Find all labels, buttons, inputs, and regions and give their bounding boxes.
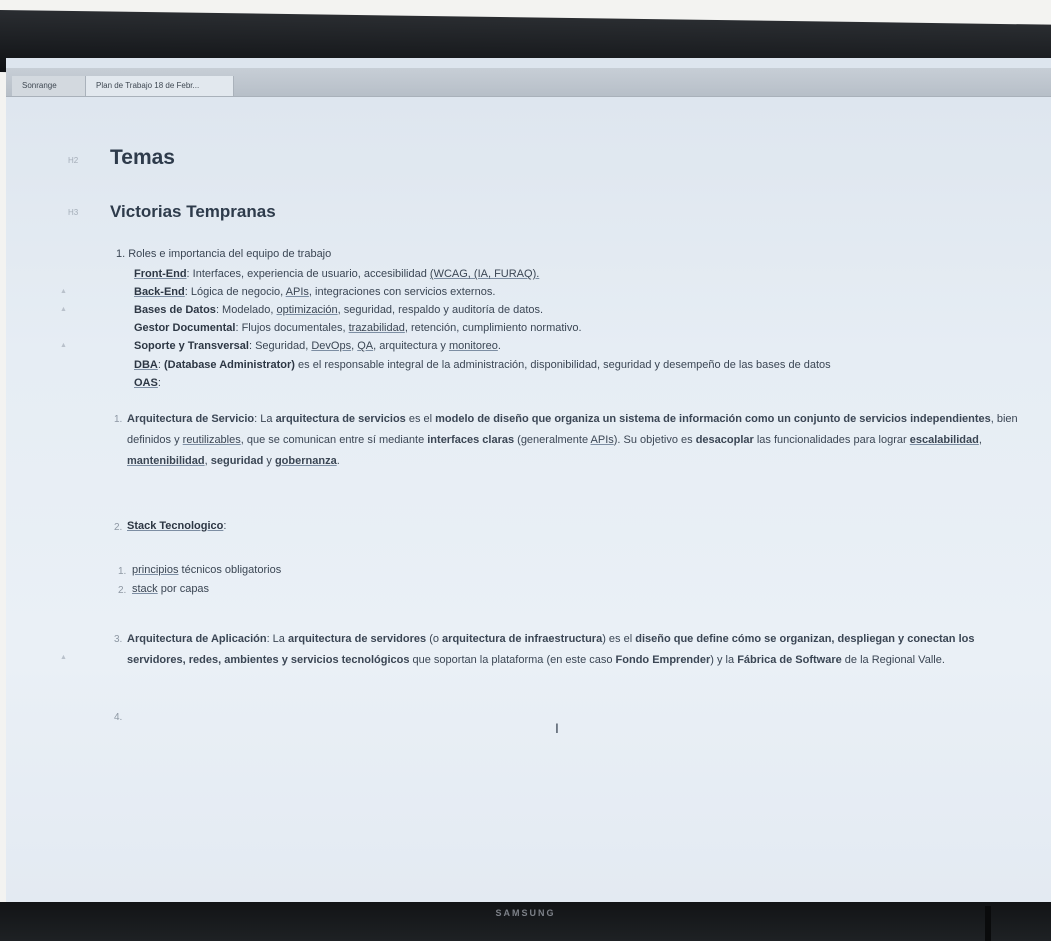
link-trazabilidad[interactable]: trazabilidad bbox=[349, 322, 405, 334]
tab-bar: Sonrange Plan de Trabajo 18 de Febr... bbox=[6, 68, 1051, 97]
monitor-bezel-bottom: SAMSUNG bbox=[0, 902, 1051, 941]
list-number-empty[interactable]: 4. bbox=[114, 712, 122, 723]
paragraph-arquitectura-servicio[interactable]: Arquitectura de Servicio: La arquitectur… bbox=[127, 409, 1032, 472]
text-cursor: I bbox=[555, 720, 559, 736]
link-apis-2[interactable]: APIs bbox=[591, 434, 614, 446]
link-monitoreo[interactable]: monitoreo bbox=[449, 340, 498, 352]
list-item-soporte[interactable]: Soporte y Transversal: Seguridad, DevOps… bbox=[134, 340, 501, 352]
list-item-frontend[interactable]: Front-End: Interfaces, experiencia de us… bbox=[134, 268, 539, 280]
collapse-arrow-icon[interactable]: ▲ bbox=[60, 654, 67, 661]
list-number: 2. bbox=[118, 585, 127, 596]
list-number: 1. bbox=[114, 414, 123, 425]
paragraph-arquitectura-aplicacion[interactable]: Arquitectura de Aplicación: La arquitect… bbox=[127, 629, 1032, 671]
link-apis[interactable]: APIs bbox=[286, 286, 309, 298]
link-qa[interactable]: QA bbox=[357, 340, 373, 352]
list-item-bases-de-datos[interactable]: Bases de Datos: Modelado, optimización, … bbox=[134, 304, 543, 316]
sublist-item-principios[interactable]: principios técnicos obligatorios bbox=[132, 564, 281, 576]
link-principios[interactable]: principios bbox=[132, 564, 178, 576]
link-optimizacion[interactable]: optimización bbox=[276, 304, 337, 316]
tab-plan-de-trabajo[interactable]: Plan de Trabajo 18 de Febr... bbox=[86, 76, 234, 96]
list-number: 3. bbox=[114, 634, 123, 645]
collapse-arrow-icon[interactable]: ▲ bbox=[60, 288, 67, 295]
heading-victorias-tempranas[interactable]: Victorias Tempranas bbox=[110, 202, 276, 222]
list-number: 2. bbox=[114, 522, 123, 533]
list-item-gestor-documental[interactable]: Gestor Documental: Flujos documentales, … bbox=[134, 322, 582, 334]
list-title-roles[interactable]: 1. Roles e importancia del equipo de tra… bbox=[116, 248, 331, 260]
heading-temas[interactable]: Temas bbox=[110, 146, 175, 170]
list-item-oas[interactable]: OAS: bbox=[134, 377, 161, 389]
sublist-item-stack[interactable]: stack por capas bbox=[132, 583, 209, 595]
collapse-arrow-icon[interactable]: ▲ bbox=[60, 306, 67, 313]
link-devops[interactable]: DevOps bbox=[311, 340, 351, 352]
collapse-arrow-icon[interactable]: ▲ bbox=[60, 342, 67, 349]
document-screen: Sonrange Plan de Trabajo 18 de Febr... H… bbox=[6, 58, 1051, 906]
list-item-dba[interactable]: DBA: (Database Administrator) es el resp… bbox=[134, 359, 831, 371]
monitor-stand bbox=[985, 906, 991, 941]
document-content: H2 Temas H3 Victorias Tempranas 1. Roles… bbox=[6, 98, 1051, 906]
list-item-backend[interactable]: Back-End: Lógica de negocio, APIs, integ… bbox=[134, 286, 495, 298]
tab-sonrange[interactable]: Sonrange bbox=[12, 76, 86, 96]
link-reutilizables[interactable]: reutilizables bbox=[183, 434, 241, 446]
link-stack[interactable]: stack bbox=[132, 583, 158, 595]
monitor-brand-logo: SAMSUNG bbox=[495, 908, 556, 918]
heading-level-marker: H2 bbox=[68, 156, 79, 165]
list-number: 1. bbox=[118, 566, 127, 577]
heading-level-marker: H3 bbox=[68, 208, 79, 217]
list-item-stack[interactable]: Stack Tecnologico: bbox=[127, 520, 226, 532]
link-wcag[interactable]: (WCAG, (IA, FURAQ). bbox=[430, 268, 539, 280]
